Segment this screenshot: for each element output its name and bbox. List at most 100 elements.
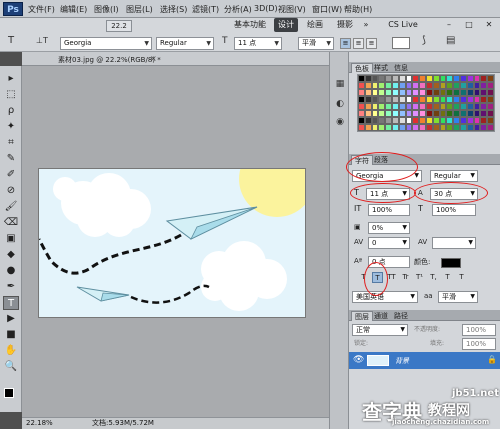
zoom-level-field[interactable]: 22.2 [106,20,132,32]
color-swatch[interactable] [432,117,440,124]
color-swatch[interactable] [439,117,447,124]
color-swatch[interactable] [459,82,467,89]
color-swatch[interactable] [432,110,440,117]
tool-10-icon[interactable]: ▣ [3,232,19,246]
color-swatch[interactable] [446,117,454,124]
tool-7-icon[interactable]: ⊘ [3,184,19,198]
color-swatch[interactable] [398,103,406,110]
font-style-select[interactable]: Regular ▼ [156,37,214,50]
color-swatch[interactable] [371,103,379,110]
color-swatch[interactable] [473,75,481,82]
masks-icon[interactable]: ◉ [334,116,346,128]
color-swatch[interactable] [459,96,467,103]
color-swatch[interactable] [405,124,413,131]
color-swatch[interactable] [439,96,447,103]
restore-button[interactable]: □ [460,18,478,32]
char-antialias-select[interactable]: 平滑 ▼ [438,291,478,303]
color-swatch[interactable] [480,117,488,124]
color-swatch[interactable] [371,96,379,103]
color-swatch[interactable] [425,117,433,124]
menu-analysis[interactable]: 分析(A) [224,4,252,15]
color-swatch[interactable] [419,82,426,89]
char-style-button-6[interactable]: T [442,272,453,283]
color-swatch[interactable] [385,103,392,110]
menu-window[interactable]: 窗口(W) [312,4,342,15]
color-swatch[interactable] [480,89,488,96]
font-size-select[interactable]: 11 点 ▼ [234,37,282,50]
color-swatch[interactable] [405,75,413,82]
color-swatch[interactable] [439,82,447,89]
menu-3d[interactable]: 3D(D) [254,4,278,13]
workspace-more-button[interactable]: » [360,18,372,32]
color-swatch[interactable] [385,124,392,131]
menu-layer[interactable]: 图层(L) [126,4,153,15]
color-swatch[interactable] [453,117,460,124]
toggle-panels-icon[interactable]: ▤ [446,35,455,46]
char-style-button-7[interactable]: T [456,272,467,283]
char-style-button-1[interactable]: T [372,272,383,283]
tool-4-icon[interactable]: ⌗ [3,136,19,150]
color-swatch[interactable] [398,110,406,117]
color-swatch[interactable] [385,110,392,117]
menu-select[interactable]: 选择(S) [160,4,187,15]
char-leading-select[interactable]: 30 点 ▼ [430,188,478,200]
tool-6-icon[interactable]: ✐ [3,168,19,182]
menu-image[interactable]: 图像(I) [94,4,119,15]
color-swatch[interactable] [480,124,488,131]
color-swatch[interactable] [459,75,467,82]
tool-0-icon[interactable]: ▸ [3,72,19,86]
color-swatch[interactable] [480,110,488,117]
color-swatch[interactable] [425,89,433,96]
color-swatch[interactable] [378,96,386,103]
tab-character[interactable]: 字符 [351,155,373,165]
color-swatch[interactable] [432,103,440,110]
tab-layers[interactable]: 图层 [351,311,373,321]
color-swatch[interactable] [371,89,379,96]
workspace-photography-button[interactable]: 摄影 [332,18,358,32]
color-swatch[interactable] [371,117,379,124]
color-swatch[interactable] [473,82,481,89]
color-swatch[interactable] [412,96,420,103]
color-swatch[interactable] [446,89,454,96]
color-swatch[interactable] [385,96,392,103]
char-font-family-select[interactable]: Georgia ▼ [352,170,422,182]
color-swatch[interactable] [371,75,379,82]
color-swatch[interactable] [487,82,494,89]
color-swatch[interactable] [425,103,433,110]
char-horizontal-scale-field[interactable]: 100% [432,204,476,216]
char-baseline-shift-field[interactable]: 0 点 [368,256,410,268]
color-swatch[interactable] [398,82,406,89]
color-swatch[interactable] [432,82,440,89]
tool-15-icon[interactable]: ▶ [3,312,19,326]
tab-channels[interactable]: 通道 [371,311,391,321]
tab-info[interactable]: 信息 [391,63,411,73]
adjustments-icon[interactable]: ◐ [334,98,346,110]
document-canvas[interactable] [38,168,306,318]
color-swatch[interactable] [391,82,399,89]
align-left-button[interactable]: ≡ [340,38,351,49]
color-swatch[interactable] [446,82,454,89]
color-swatch[interactable] [405,110,413,117]
tool-17-icon[interactable]: ✋ [3,344,19,358]
color-swatch[interactable] [432,89,440,96]
color-swatch[interactable] [364,96,372,103]
color-swatch[interactable] [425,96,433,103]
color-swatch[interactable] [439,89,447,96]
color-swatch[interactable] [459,103,467,110]
color-swatch[interactable] [371,82,379,89]
color-swatch[interactable] [405,117,413,124]
color-swatch[interactable] [439,110,447,117]
color-swatch[interactable] [405,89,413,96]
char-tracking-select[interactable]: ▼ [432,237,476,249]
color-swatch[interactable] [398,96,406,103]
tab-styles[interactable]: 样式 [371,63,391,73]
char-font-style-select[interactable]: Regular ▼ [430,170,478,182]
color-swatch[interactable] [364,124,372,131]
color-swatch[interactable] [466,103,474,110]
close-icon[interactable]: × [150,54,157,63]
align-center-button[interactable]: ≡ [353,38,364,49]
char-kerning-select[interactable]: 0 ▼ [368,237,410,249]
color-swatch[interactable] [425,124,433,131]
color-swatch[interactable] [466,110,474,117]
tool-9-icon[interactable]: ⌫ [3,216,19,230]
